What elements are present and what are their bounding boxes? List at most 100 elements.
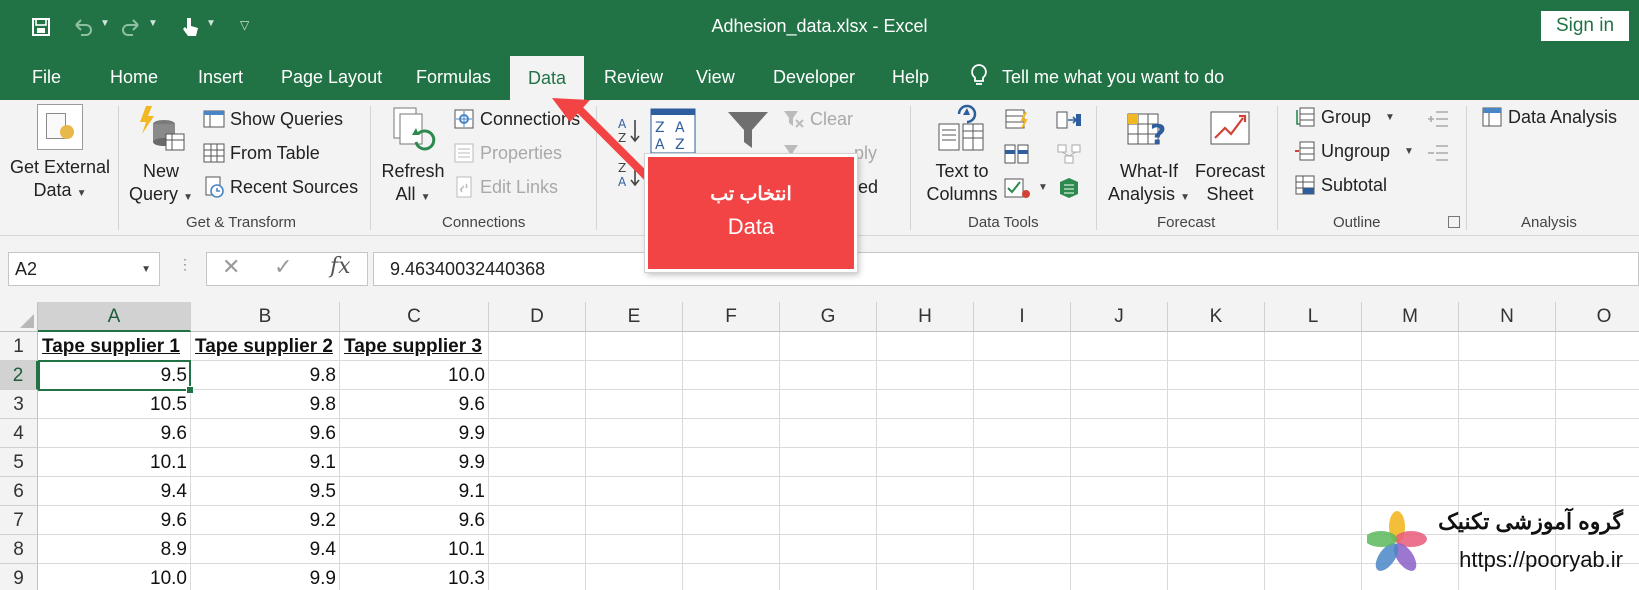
sort-za-button[interactable]: ZA [616,160,642,190]
cell-a8[interactable]: 8.9 [39,535,190,564]
tab-insert[interactable]: Insert [198,54,243,100]
cell-c1[interactable]: Tape supplier 3 [341,332,489,361]
get-external-data-button[interactable]: Get External Data ▼ [8,104,112,205]
tell-me-search[interactable]: Tell me what you want to do [970,54,1224,100]
cell-c9[interactable]: 10.3 [341,564,488,590]
insert-function-icon[interactable]: fx [330,254,351,279]
cell-b8[interactable]: 9.4 [192,535,339,564]
customize-qat-icon[interactable]: ▽ [240,18,249,32]
sign-in-button[interactable]: Sign in [1541,11,1629,41]
select-all-button[interactable] [0,302,38,332]
cell-b4[interactable]: 9.6 [192,419,339,448]
cell-b2[interactable]: 9.8 [192,361,339,390]
cell-a7[interactable]: 9.6 [39,506,190,535]
cell-b7[interactable]: 9.2 [192,506,339,535]
row-header-6[interactable]: 6 [0,477,38,506]
column-header-h[interactable]: H [877,302,974,332]
column-header-j[interactable]: J [1071,302,1168,332]
clear-filter-button[interactable]: Clear [783,108,853,130]
row-header-1[interactable]: 1 [0,332,38,361]
data-analysis-button[interactable]: Data Analysis [1481,106,1617,128]
row-header-7[interactable]: 7 [0,506,38,535]
column-header-l[interactable]: L [1265,302,1362,332]
name-box[interactable]: A2 ▼ [8,252,160,286]
column-header-i[interactable]: I [974,302,1071,332]
save-icon[interactable] [28,12,54,42]
refresh-all-button[interactable]: Refresh All ▼ [380,104,446,209]
show-queries-button[interactable]: Show Queries [203,108,343,130]
forecast-sheet-button[interactable]: Forecast Sheet [1190,104,1270,206]
text-to-columns-button[interactable]: Text to Columns [924,104,1000,206]
subtotal-button[interactable]: Subtotal [1294,174,1387,196]
connections-button[interactable]: Connections [453,108,580,130]
row-header-8[interactable]: 8 [0,535,38,564]
hide-detail-button[interactable] [1426,142,1450,164]
cell-c5[interactable]: 9.9 [341,448,488,477]
cell-c3[interactable]: 9.6 [341,390,488,419]
what-if-analysis-button[interactable]: ? What-If Analysis ▼ [1106,104,1192,209]
sort-button[interactable]: ZAAZ [650,108,696,154]
touch-mode-dropdown-icon[interactable]: ▼ [206,18,216,29]
row-header-4[interactable]: 4 [0,419,38,448]
cell-a4[interactable]: 9.6 [39,419,190,448]
tab-view[interactable]: View [696,54,735,100]
tab-file[interactable]: File [32,54,61,100]
cell-b3[interactable]: 9.8 [192,390,339,419]
tab-help[interactable]: Help [892,54,929,100]
column-header-g[interactable]: G [780,302,877,332]
cell-c8[interactable]: 10.1 [341,535,488,564]
from-table-button[interactable]: From Table [203,142,320,164]
undo-icon[interactable] [70,12,96,42]
tab-page-layout[interactable]: Page Layout [281,54,382,100]
row-header-9[interactable]: 9 [0,564,38,590]
consolidate-button[interactable] [1056,108,1082,132]
formula-input[interactable]: 9.46340032440368 [373,252,1639,286]
recent-sources-button[interactable]: Recent Sources [203,176,358,198]
data-validation-button[interactable]: ▼ [1004,176,1050,200]
column-header-n[interactable]: N [1459,302,1556,332]
group-button[interactable]: Group ▼ [1294,106,1395,128]
filter-button[interactable] [726,108,770,152]
cell-a3[interactable]: 10.5 [39,390,190,419]
cell-a9[interactable]: 10.0 [39,564,190,590]
enter-check-icon[interactable]: ✓ [274,254,292,280]
ungroup-button[interactable]: Ungroup ▼ [1294,140,1414,162]
column-header-c[interactable]: C [340,302,489,332]
column-header-o[interactable]: O [1556,302,1639,332]
cancel-icon[interactable]: ✕ [222,254,240,280]
redo-dropdown-icon[interactable]: ▼ [148,18,158,29]
cell-b6[interactable]: 9.5 [192,477,339,506]
redo-icon[interactable] [118,12,144,42]
remove-duplicates-button[interactable] [1004,142,1030,166]
cell-c6[interactable]: 9.1 [341,477,488,506]
column-header-a[interactable]: A [38,302,191,332]
sort-az-button[interactable]: AZ [616,116,642,146]
cell-a6[interactable]: 9.4 [39,477,190,506]
manage-data-model-button[interactable] [1056,176,1082,200]
relationships-button[interactable] [1056,142,1082,166]
flash-fill-button[interactable] [1004,108,1030,132]
new-query-button[interactable]: New Query ▼ [128,104,194,209]
tab-review[interactable]: Review [604,54,663,100]
cell-c4[interactable]: 9.9 [341,419,488,448]
properties-button[interactable]: Properties [453,142,562,164]
row-header-5[interactable]: 5 [0,448,38,477]
tab-developer[interactable]: Developer [773,54,855,100]
column-header-m[interactable]: M [1362,302,1459,332]
cell-a5[interactable]: 10.1 [39,448,190,477]
row-header-3[interactable]: 3 [0,390,38,419]
cell-c7[interactable]: 9.6 [341,506,488,535]
chevron-down-icon[interactable]: ▼ [141,254,151,286]
cell-b5[interactable]: 9.1 [192,448,339,477]
tab-home[interactable]: Home [110,54,158,100]
cell-b9[interactable]: 9.9 [192,564,339,590]
column-header-k[interactable]: K [1168,302,1265,332]
show-detail-button[interactable] [1426,108,1450,130]
cell-a1[interactable]: Tape supplier 1 [39,332,191,361]
cell-b1[interactable]: Tape supplier 2 [192,332,340,361]
row-header-2[interactable]: 2 [0,361,38,390]
edit-links-button[interactable]: Edit Links [453,176,558,198]
column-header-e[interactable]: E [586,302,683,332]
touch-mode-icon[interactable] [178,12,202,42]
dialog-launcher-icon[interactable] [1448,216,1460,228]
